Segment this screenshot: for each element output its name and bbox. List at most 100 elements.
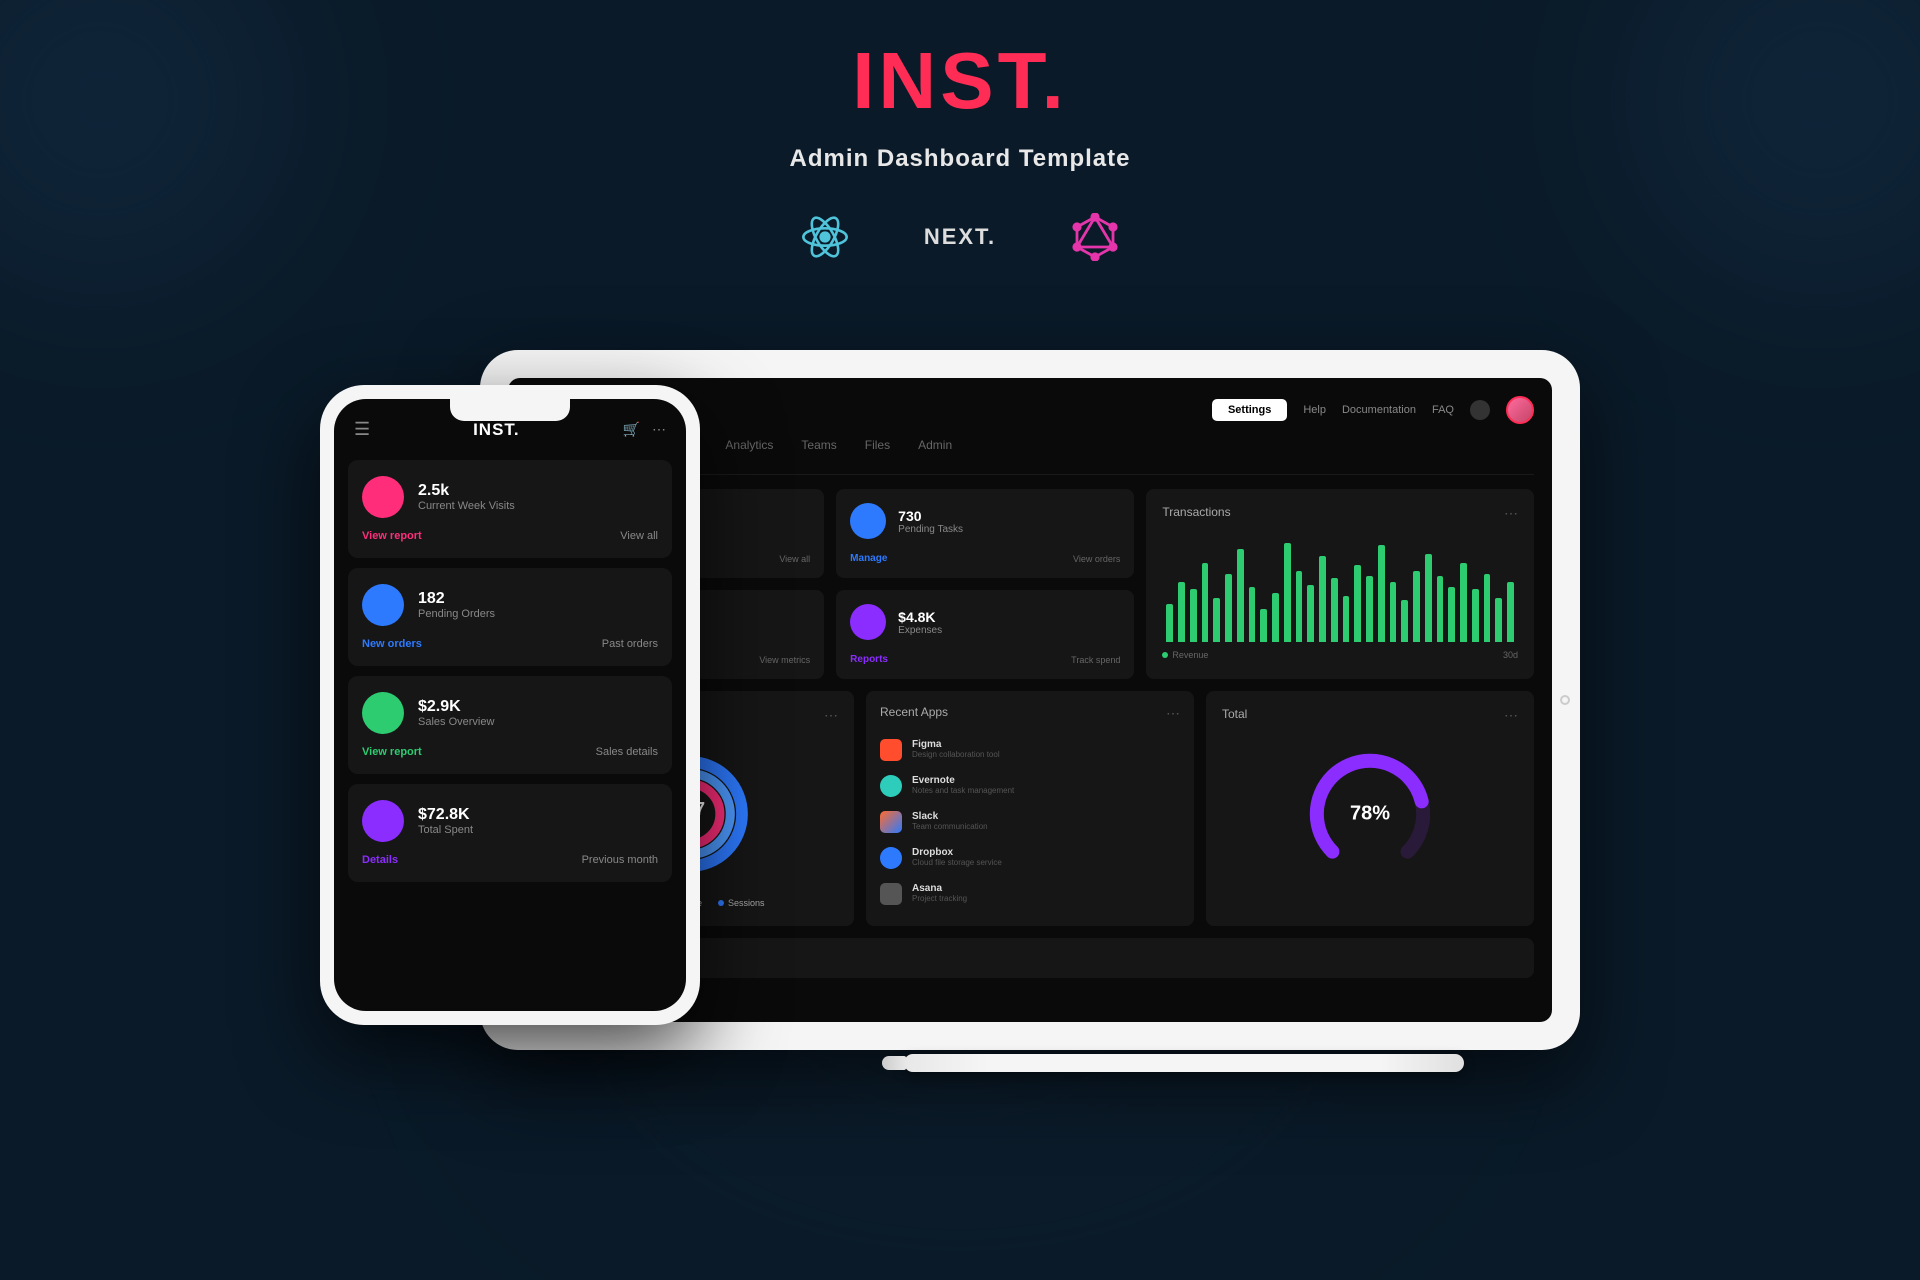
hero-subtitle: Admin Dashboard Template — [0, 145, 1920, 173]
cart-icon[interactable]: 🛒 — [623, 421, 640, 438]
chart-bar — [1249, 587, 1256, 642]
stat-card[interactable]: 730Pending TasksManageView orders — [836, 489, 1134, 578]
chart-bar — [1484, 574, 1491, 642]
app-icon — [880, 739, 902, 761]
chart-bar — [1472, 589, 1479, 642]
chart-bar — [1213, 598, 1220, 642]
gauge-menu-icon[interactable]: ⋯ — [1504, 707, 1518, 724]
phone-logo[interactable]: INST. — [473, 420, 520, 440]
list-item[interactable]: SlackTeam communication — [880, 804, 1180, 840]
stat-more-link[interactable]: Track spend — [1071, 655, 1120, 665]
stat-value: $2.9K — [418, 698, 494, 716]
chart-bar — [1437, 576, 1444, 642]
stylus-pen — [904, 1054, 1464, 1072]
nav-files[interactable]: Files — [865, 438, 890, 460]
stat-more-link[interactable]: View all — [779, 554, 810, 564]
nav-analytics[interactable]: Analytics — [725, 438, 773, 460]
nextjs-label: NEXT. — [924, 224, 996, 250]
chart-bar — [1190, 589, 1197, 642]
nav-teams[interactable]: Teams — [801, 438, 836, 460]
chart-bar — [1225, 574, 1232, 642]
phone-stat-card[interactable]: $72.8KTotal SpentDetailsPrevious month — [348, 784, 672, 882]
user-avatar[interactable] — [1506, 396, 1534, 424]
donut-menu-icon[interactable]: ⋯ — [824, 707, 838, 724]
stat-value: 2.5k — [418, 482, 515, 500]
stat-label: Pending Orders — [418, 608, 495, 620]
tablet-home-button — [1560, 695, 1570, 705]
stat-more-link[interactable]: View orders — [1073, 554, 1120, 564]
more-icon[interactable]: ⋯ — [652, 421, 666, 438]
app-icon — [880, 847, 902, 869]
list-menu-icon[interactable]: ⋯ — [1166, 705, 1180, 722]
app-icon — [880, 811, 902, 833]
stat-value: 730 — [898, 508, 963, 524]
chart-bar — [1178, 582, 1185, 643]
app-name: Evernote — [912, 775, 1014, 786]
header-link-docs[interactable]: Documentation — [1342, 404, 1416, 416]
stat-icon — [850, 503, 886, 539]
app-desc: Team communication — [912, 822, 988, 831]
list-item[interactable]: EvernoteNotes and task management — [880, 768, 1180, 804]
stat-tag[interactable]: Details — [362, 854, 398, 866]
app-icon — [880, 775, 902, 797]
header-link-faq[interactable]: FAQ — [1432, 404, 1454, 416]
chart-bar — [1378, 545, 1385, 642]
stat-more-link[interactable]: View all — [620, 530, 658, 542]
chart-bar — [1507, 582, 1514, 643]
phone-stat-card[interactable]: 182Pending Orders New orders Past orders — [348, 568, 672, 666]
chart-bar — [1354, 565, 1361, 642]
notification-icon[interactable] — [1470, 400, 1490, 420]
gauge-value: 78% — [1350, 803, 1390, 826]
list-item[interactable]: FigmaDesign collaboration tool — [880, 732, 1180, 768]
chart-bar — [1366, 576, 1373, 642]
stat-more-link[interactable]: View metrics — [759, 655, 810, 665]
chart-bar — [1390, 582, 1397, 643]
stat-tag[interactable]: Manage — [850, 553, 887, 564]
chart-bar — [1307, 585, 1314, 642]
list-item[interactable]: DropboxCloud file storage service — [880, 840, 1180, 876]
stat-card[interactable]: $4.8KExpensesReportsTrack spend — [836, 590, 1134, 679]
stat-tag[interactable]: New orders — [362, 638, 422, 650]
gauge-chart: 78% — [1300, 744, 1440, 884]
app-name: Asana — [912, 883, 967, 894]
stat-more-link[interactable]: Sales details — [596, 746, 658, 758]
chart-menu-icon[interactable]: ⋯ — [1504, 505, 1518, 522]
stat-value: 182 — [418, 590, 495, 608]
tech-stack-row: NEXT. — [0, 208, 1920, 266]
stat-value: $72.8K — [418, 806, 473, 824]
chart-bar — [1495, 598, 1502, 642]
donut-legend-3: Sessions — [718, 898, 765, 908]
app-desc: Design collaboration tool — [912, 750, 1000, 759]
chart-bar — [1448, 587, 1455, 642]
stat-tag[interactable]: View report — [362, 746, 422, 758]
chart-legend: Revenue — [1162, 650, 1208, 660]
list-item[interactable]: AsanaProject tracking — [880, 876, 1180, 912]
stat-label: Sales Overview — [418, 716, 494, 728]
phone-stat-card[interactable]: 2.5kCurrent Week VisitsView reportView a… — [348, 460, 672, 558]
stat-more-link[interactable]: Past orders — [602, 638, 658, 650]
stat-more-link[interactable]: Previous month — [582, 854, 658, 866]
app-desc: Project tracking — [912, 894, 967, 903]
chart-bar — [1296, 571, 1303, 643]
header-link-help[interactable]: Help — [1303, 404, 1326, 416]
app-desc: Notes and task management — [912, 786, 1014, 795]
stat-label: Expenses — [898, 625, 942, 636]
chart-bar — [1237, 549, 1244, 643]
stat-tag[interactable]: View report — [362, 530, 422, 542]
app-name: Dropbox — [912, 847, 1002, 858]
hamburger-icon[interactable]: ☰ — [354, 419, 370, 440]
settings-button[interactable]: Settings — [1212, 399, 1287, 421]
stat-icon — [362, 692, 404, 734]
chart-bar — [1166, 604, 1173, 643]
stat-icon — [362, 476, 404, 518]
chart-axis-end: 30d — [1503, 650, 1518, 660]
nav-admin[interactable]: Admin — [918, 438, 952, 460]
stat-icon — [850, 604, 886, 640]
chart-bar — [1202, 563, 1209, 642]
chart-bar — [1413, 571, 1420, 643]
chart-bar — [1272, 593, 1279, 643]
chart-bar — [1401, 600, 1408, 642]
total-gauge-card: Total ⋯ 78% — [1206, 691, 1534, 926]
stat-tag[interactable]: Reports — [850, 654, 888, 665]
phone-stat-card[interactable]: $2.9KSales Overview View report Sales deta… — [348, 676, 672, 774]
